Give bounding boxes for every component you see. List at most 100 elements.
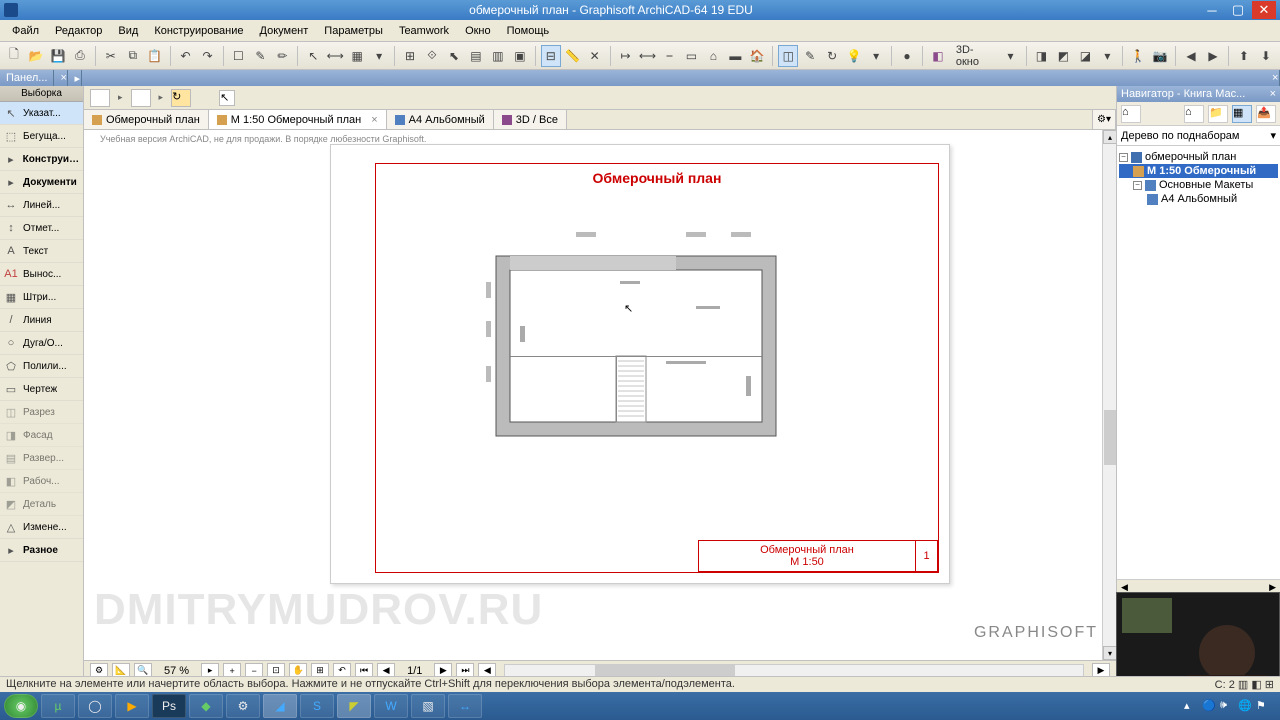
task-word[interactable]: W [374, 694, 408, 718]
nav-project-icon[interactable]: ⌂ [1121, 105, 1141, 123]
tool-marquee[interactable]: ⬚ Бегуща... [0, 125, 83, 148]
sphere-icon[interactable]: ● [897, 45, 917, 67]
tool-fill[interactable]: ▦Штри... [0, 286, 83, 309]
drawing-canvas[interactable]: Учебная версия ArchiCAD, не для продажи.… [84, 130, 1116, 660]
tool-elevation[interactable]: ◨Фасад [0, 424, 83, 447]
home-icon[interactable]: 🏠 [747, 45, 767, 67]
slab-icon[interactable]: ▬ [725, 45, 745, 67]
menu-file[interactable]: Файл [4, 22, 47, 40]
minimize-button[interactable]: ─ [1200, 1, 1224, 19]
tool-section[interactable]: ◫Разрез [0, 401, 83, 424]
task-chrome[interactable]: ◯ [78, 694, 112, 718]
nav-publisher-icon[interactable]: 📤 [1256, 105, 1276, 123]
panel-pin-icon[interactable]: ▸ [68, 70, 82, 86]
task-app3[interactable]: ◤ [337, 694, 371, 718]
tree-item-masters[interactable]: − Основные Макеты [1119, 178, 1278, 192]
tool-text[interactable]: AТекст [0, 240, 83, 263]
tray-icon[interactable]: ▴ [1184, 699, 1198, 713]
tool-dimension[interactable]: ↔Линей... [0, 194, 83, 217]
section-icon[interactable]: ◨ [1031, 45, 1051, 67]
nav-back-icon[interactable]: ◀ [1181, 45, 1201, 67]
save-icon[interactable]: 💾 [48, 45, 68, 67]
arrow-tool-icon[interactable]: ↖ [219, 90, 235, 106]
scroll-thumb[interactable] [1104, 410, 1116, 465]
toolbar-3d-label[interactable]: 3D-окно [950, 44, 999, 68]
nav-fwd-icon[interactable]: ▶ [1203, 45, 1223, 67]
close-button[interactable]: ✕ [1252, 1, 1276, 19]
hscroll-thumb[interactable] [595, 665, 735, 677]
task-utorrent[interactable]: µ [41, 694, 75, 718]
panel-right-close-icon[interactable]: × [1266, 70, 1280, 86]
camera-icon[interactable]: 📷 [1150, 45, 1170, 67]
menu-options[interactable]: Параметры [316, 22, 391, 40]
story-up-icon[interactable]: ⬆ [1234, 45, 1254, 67]
group-more[interactable]: ▸Разное [0, 539, 83, 562]
tab-options-icon[interactable]: ⚙▾ [1092, 110, 1116, 129]
drop4-icon[interactable]: ▾ [1097, 45, 1117, 67]
menu-document[interactable]: Документ [252, 22, 317, 40]
tree-root[interactable]: − обмерочный план [1119, 150, 1278, 164]
roof-icon[interactable]: ⌂ [703, 45, 723, 67]
tray-icon[interactable]: 🔵 [1202, 699, 1216, 713]
measure-icon[interactable]: ↦ [616, 45, 636, 67]
elevation-icon[interactable]: ◩ [1053, 45, 1073, 67]
person-icon[interactable]: 🚶 [1128, 45, 1148, 67]
info-btn-1[interactable] [90, 89, 110, 107]
task-photoshop[interactable]: Ps [152, 694, 186, 718]
tool-arc[interactable]: ○Дуга/О... [0, 332, 83, 355]
tab-layout-2[interactable]: М 1:50 Обмерочный план× [209, 110, 387, 129]
drop-icon[interactable]: ▾ [369, 45, 389, 67]
eyedrop-icon[interactable]: ✎ [250, 45, 270, 67]
guide-icon[interactable]: ⎯ [660, 45, 680, 67]
suspend-icon[interactable]: ⊟ [541, 45, 561, 67]
task-media[interactable]: ▶ [115, 694, 149, 718]
menu-teamwork[interactable]: Teamwork [391, 22, 457, 40]
maximize-button[interactable]: ▢ [1226, 1, 1250, 19]
task-teamviewer[interactable]: ↔ [448, 694, 482, 718]
refresh-icon[interactable]: ↻ [822, 45, 842, 67]
tray-icon[interactable]: 🕪 [1220, 699, 1234, 713]
nav-layout-icon[interactable]: ▦ [1232, 105, 1252, 123]
redo-icon[interactable]: ↷ [198, 45, 218, 67]
scroll-down-icon[interactable]: ▾ [1103, 646, 1116, 660]
snap-icon[interactable]: ⟐ [422, 45, 442, 67]
cursor-icon[interactable]: ⬉ [444, 45, 464, 67]
tab-close-icon[interactable]: × [371, 114, 377, 126]
drop2-icon[interactable]: ▾ [866, 45, 886, 67]
tray-icon[interactable]: ⚑ [1256, 699, 1270, 713]
tool-level[interactable]: ↕Отмет... [0, 217, 83, 240]
cube-icon[interactable]: ◧ [928, 45, 948, 67]
task-app1[interactable]: ◆ [189, 694, 223, 718]
zoom-value[interactable]: 57 % [156, 665, 197, 677]
open-icon[interactable]: 📂 [26, 45, 46, 67]
panel-tab[interactable]: Панел... [0, 70, 54, 86]
tray-icon[interactable]: 🌐 [1238, 699, 1252, 713]
level-icon[interactable]: ▦ [347, 45, 367, 67]
detail-icon[interactable]: ◪ [1075, 45, 1095, 67]
tree-item-layout-1[interactable]: М 1:50 Обмерочный [1119, 164, 1278, 178]
cut-icon[interactable]: ✂ [101, 45, 121, 67]
menu-edit[interactable]: Редактор [47, 22, 110, 40]
dim2-icon[interactable]: ⟷ [638, 45, 658, 67]
x-icon[interactable]: ✕ [585, 45, 605, 67]
vertical-scrollbar[interactable]: ▴ ▾ [1102, 130, 1116, 660]
info-btn-3[interactable]: ↻ [171, 89, 191, 107]
tool-pointer[interactable]: ↖ Указат... [0, 102, 83, 125]
trace-icon[interactable]: ◫ [778, 45, 798, 67]
panel-close-icon[interactable]: × [54, 70, 68, 86]
layers-icon[interactable]: ▤ [466, 45, 486, 67]
nav-view-icon[interactable]: 📁 [1208, 105, 1228, 123]
story-down-icon[interactable]: ⬇ [1256, 45, 1276, 67]
select-icon[interactable]: ☐ [228, 45, 248, 67]
tool-interior[interactable]: ▤Развер... [0, 447, 83, 470]
grid-icon[interactable]: ⊞ [400, 45, 420, 67]
task-app2[interactable]: ⚙ [226, 694, 260, 718]
light-icon[interactable]: 💡 [844, 45, 864, 67]
tool-polyline[interactable]: ⬠Полили... [0, 355, 83, 378]
tool-detail[interactable]: ◩Деталь [0, 493, 83, 516]
pen-icon[interactable]: ✏ [272, 45, 292, 67]
tab-layout-1[interactable]: Обмерочный план [84, 110, 209, 129]
dim-icon[interactable]: ⟷ [325, 45, 345, 67]
ruler-icon[interactable]: 📏 [563, 45, 583, 67]
menu-design[interactable]: Конструирование [146, 22, 251, 40]
